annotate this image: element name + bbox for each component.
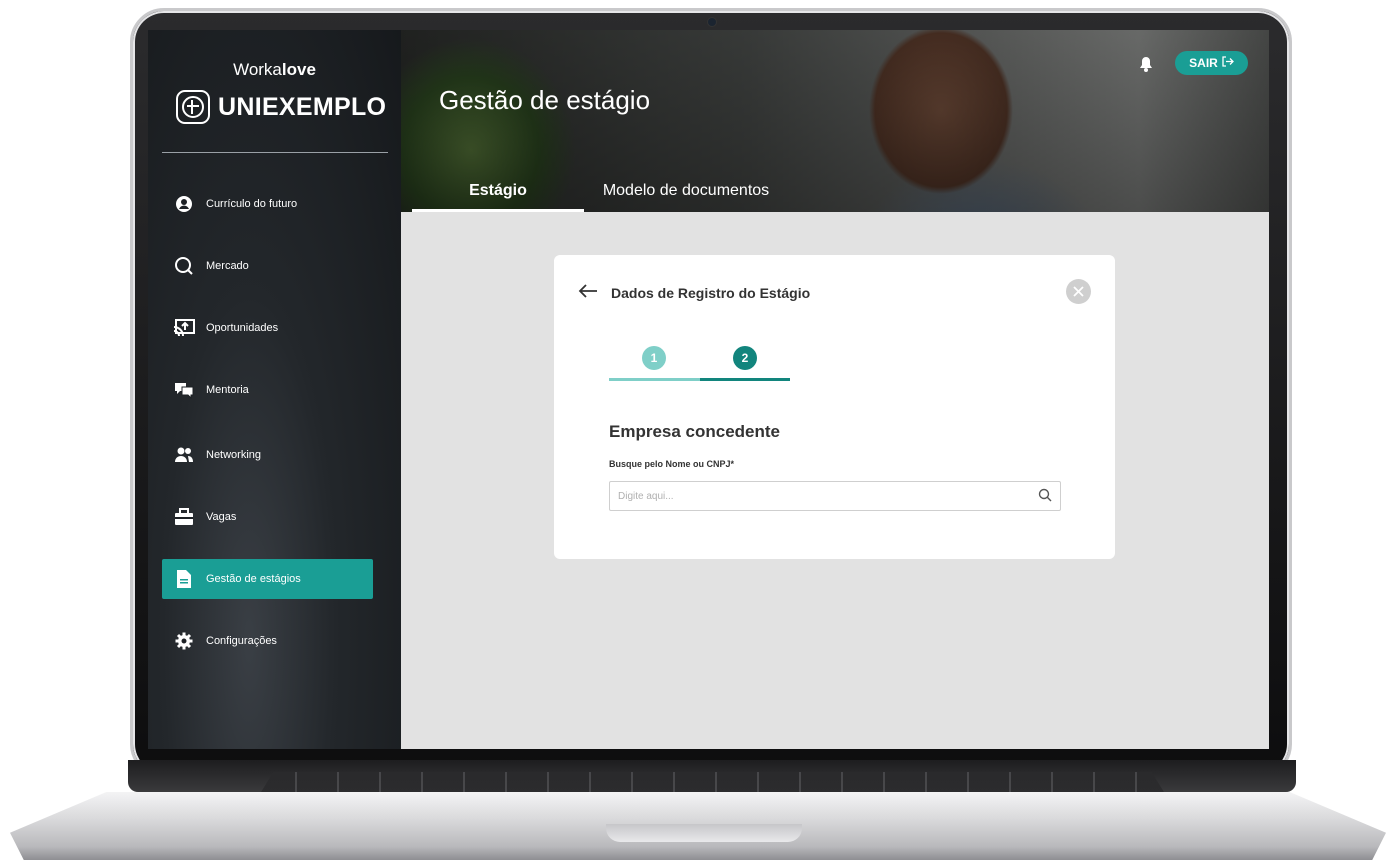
close-icon[interactable]: [1066, 279, 1091, 304]
sidebar: Workalove UNIEXEMPLO Currículo do futuro…: [148, 30, 401, 749]
registration-card: Dados de Registro do Estágio 1 2 Empresa…: [554, 255, 1115, 559]
briefcase-icon: [162, 508, 206, 526]
tab-modelo-documentos[interactable]: Modelo de documentos: [597, 182, 775, 212]
sidebar-item-curriculo[interactable]: Currículo do futuro: [162, 184, 373, 224]
camera: [708, 18, 716, 26]
sidebar-item-label: Mercado: [206, 260, 249, 272]
sidebar-item-label: Oportunidades: [206, 322, 279, 334]
sidebar-item-gestao-estagios[interactable]: Gestão de estágios: [162, 559, 373, 599]
step-1-bar: [609, 378, 700, 381]
sidebar-item-configuracoes[interactable]: Configurações: [162, 621, 373, 661]
header-banner: Gestão de estágio SAIR Estágio Modelo de…: [401, 30, 1269, 212]
arrow-left-icon[interactable]: [578, 281, 598, 304]
crest-icon: [176, 90, 210, 124]
sidebar-item-label: Vagas: [206, 511, 237, 523]
sidebar-item-networking[interactable]: Networking: [162, 435, 373, 475]
logout-icon: [1222, 56, 1234, 70]
laptop-notch: [606, 824, 802, 842]
section-title: Empresa concedente: [609, 422, 781, 441]
bell-icon[interactable]: [1139, 56, 1153, 75]
chat-icon: [162, 381, 206, 399]
step-1[interactable]: 1: [642, 346, 666, 370]
logout-button[interactable]: SAIR: [1175, 51, 1248, 75]
search-box: [609, 481, 1061, 511]
search-icon[interactable]: [1038, 488, 1052, 505]
sidebar-item-label: Mentoria: [206, 384, 249, 396]
step-2-bar: [700, 378, 790, 381]
sidebar-item-label: Networking: [206, 449, 262, 461]
step-2[interactable]: 2: [733, 346, 757, 370]
cast-icon: [162, 319, 206, 337]
sidebar-divider: [162, 152, 388, 153]
tab-estagio[interactable]: Estágio: [412, 182, 584, 212]
brand-tagline: Workalove: [233, 60, 316, 79]
sidebar-item-mentoria[interactable]: Mentoria: [162, 370, 373, 410]
sidebar-item-vagas[interactable]: Vagas: [162, 497, 373, 537]
document-icon: [162, 569, 206, 589]
sidebar-item-label: Gestão de estágios: [206, 573, 301, 585]
search-icon: [162, 256, 206, 276]
sidebar-item-oportunidades[interactable]: Oportunidades: [162, 308, 373, 348]
brand-logo[interactable]: UNIEXEMPLO: [176, 90, 386, 124]
screen: Workalove UNIEXEMPLO Currículo do futuro…: [148, 30, 1269, 749]
sidebar-item-label: Currículo do futuro: [206, 198, 298, 210]
sidebar-item-label: Configurações: [206, 635, 277, 647]
search-field-label: Busque pelo Nome ou CNPJ*: [609, 459, 735, 469]
gear-icon: [162, 632, 206, 650]
page-title: Gestão de estágio: [439, 85, 651, 115]
user-circle-icon: [162, 195, 206, 213]
brand-name: UNIEXEMPLO: [218, 92, 387, 121]
users-icon: [162, 447, 206, 463]
company-search-input[interactable]: [618, 482, 1018, 510]
sidebar-item-mercado[interactable]: Mercado: [162, 246, 373, 286]
card-title: Dados de Registro do Estágio: [611, 285, 811, 301]
